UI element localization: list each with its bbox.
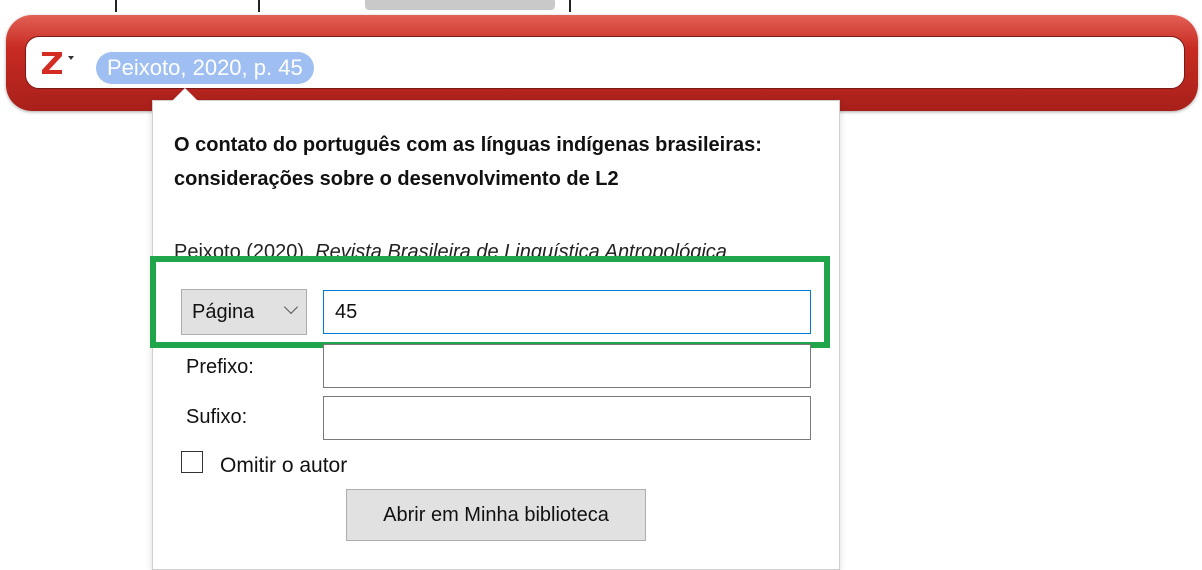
item-title: O contato do português com as línguas in… — [174, 134, 762, 190]
document-text-glyph — [258, 0, 260, 12]
omit-author-label[interactable]: Omitir o autor — [220, 454, 347, 478]
omit-author-checkbox[interactable] — [181, 451, 203, 473]
prefix-label: Prefixo: — [186, 356, 254, 378]
document-text-fragment — [0, 0, 1202, 16]
citation-bubble[interactable]: Peixoto, 2020, p. 45 — [96, 52, 314, 84]
chevron-down-icon[interactable] — [68, 56, 74, 60]
locator-type-select[interactable]: Página — [181, 289, 307, 335]
open-in-library-button[interactable]: Abrir em Minha biblioteca — [346, 489, 646, 541]
chevron-down-icon — [283, 299, 299, 315]
suffix-input[interactable] — [323, 396, 811, 440]
locator-input[interactable]: 45 — [323, 290, 811, 334]
prefix-input[interactable] — [323, 344, 811, 388]
document-text-glyph — [569, 0, 571, 12]
zotero-logo-icon[interactable] — [40, 50, 64, 76]
suffix-label: Sufixo: — [186, 406, 248, 428]
document-highlight — [365, 0, 555, 10]
document-text-glyph — [115, 0, 117, 12]
popup-pointer — [172, 88, 198, 101]
locator-type-label: Página — [192, 301, 255, 323]
